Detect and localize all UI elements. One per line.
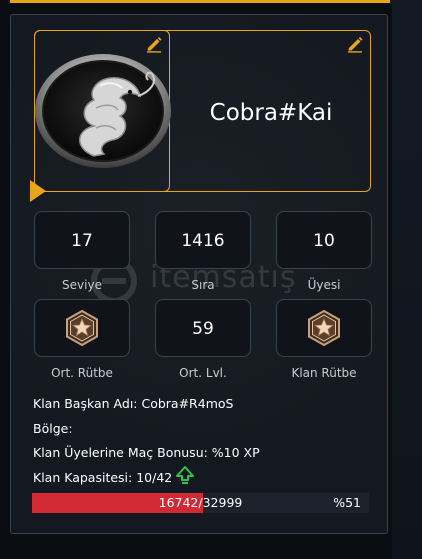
clan-emblem [35,54,171,168]
avg-rank-card [34,299,130,357]
edit-emblem-pencil-icon[interactable] [145,35,163,53]
avg-level-label: Ort. Lvl. [179,366,227,380]
progress-value-text: 16742/32999 [158,495,243,510]
match-bonus-text: Klan Üyelerine Maç Bonusu: %10 XP [33,445,260,460]
clan-rank-card [276,299,372,357]
rank-card: 1416 [155,211,251,269]
avg-level-value: 59 [192,319,214,339]
level-value: 17 [71,231,93,251]
edit-name-pencil-icon[interactable] [346,35,364,53]
level-card: 17 [34,211,130,269]
progress-percent-text: %51 [333,495,361,510]
members-value: 10 [313,231,335,251]
clan-rank-label: Klan Rütbe [291,366,357,380]
capacity-progress-bar: 16742/32999 %51 [32,493,369,513]
capacity-text: Klan Kapasitesi: 10/42 [33,470,173,485]
members-card: 10 [276,211,372,269]
avg-rank-label: Ort. Rütbe [51,366,113,380]
avg-level-card: 59 [155,299,251,357]
members-label: Üyesi [307,278,341,292]
corner-marker-icon [30,180,46,202]
clan-leader-text: Klan Başkan Adı: Cobra#R4moS [33,396,234,411]
upgrade-capacity-arrow-up-icon[interactable] [176,466,194,486]
clan-name: Cobra#Kai [209,100,333,126]
avg-rank-badge-icon [66,310,98,346]
top-accent-bar [10,0,390,3]
clan-rank-badge-icon [308,310,340,346]
level-label: Seviye [62,278,102,292]
background-edge [392,0,422,559]
region-text: Bölge: [33,421,73,436]
rank-label: Sıra [191,278,215,292]
rank-value: 1416 [181,231,225,251]
